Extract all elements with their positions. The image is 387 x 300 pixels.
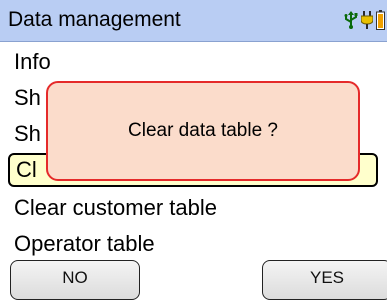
title-bar: Data management: [0, 0, 387, 42]
battery-icon: [376, 10, 385, 30]
no-button[interactable]: NO: [10, 260, 140, 300]
plug-icon: [361, 11, 373, 29]
menu-item-operator-table[interactable]: Operator table: [14, 227, 155, 261]
status-icons: [344, 8, 385, 32]
dialog-message: Clear data table ?: [128, 120, 278, 141]
menu-item-show-1[interactable]: Sh: [14, 81, 41, 115]
page-title: Data management: [8, 8, 181, 31]
menu-item-clear-customer-table[interactable]: Clear customer table: [14, 191, 217, 225]
confirm-dialog: Clear data table ?: [46, 81, 360, 181]
usb-icon: [344, 11, 358, 29]
yes-button[interactable]: YES: [262, 260, 387, 300]
menu-item-show-2[interactable]: Sh: [14, 117, 41, 151]
menu-item-info[interactable]: Info: [14, 45, 51, 79]
device-screen: Data management Info Sh Sh Cl Clear cust…: [0, 0, 387, 300]
